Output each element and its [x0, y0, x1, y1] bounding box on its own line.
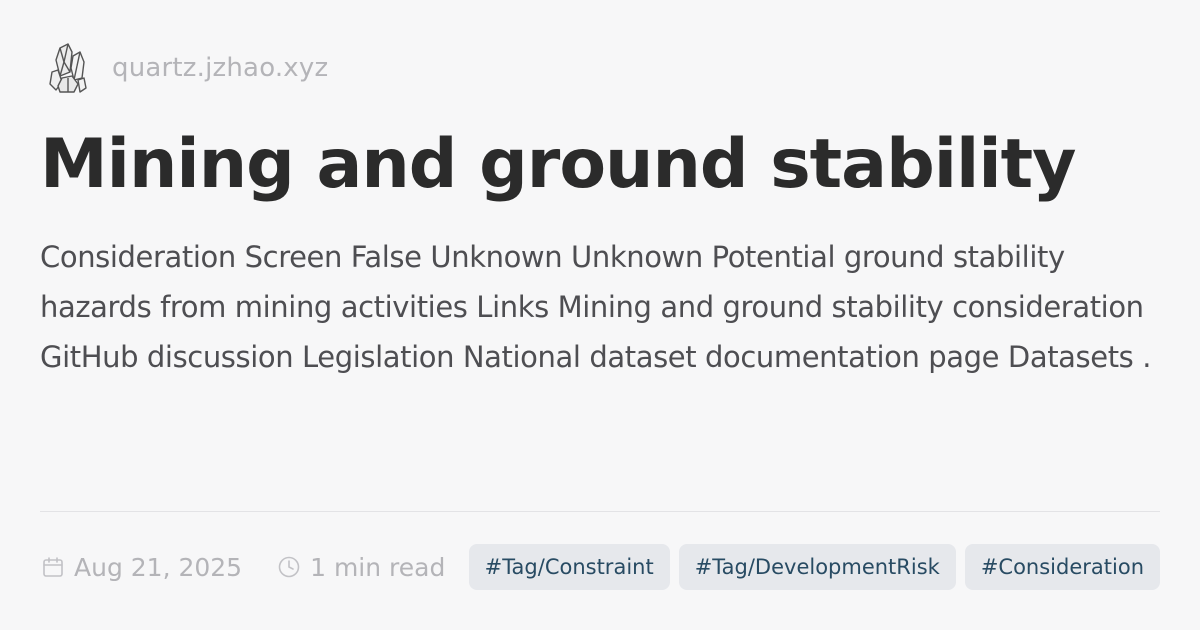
divider	[40, 511, 1160, 512]
page-description: Consideration Screen False Unknown Unkno…	[40, 240, 1152, 374]
tag-list: #Tag/Constraint #Tag/DevelopmentRisk #Co…	[460, 544, 1160, 590]
page-title: Mining and ground stability	[40, 125, 1077, 204]
site-header: quartz.jzhao.xyz	[40, 40, 328, 96]
site-name[interactable]: quartz.jzhao.xyz	[112, 53, 328, 83]
crystal-icon	[40, 40, 96, 96]
meta-row: Aug 21, 2025 1 min read	[40, 544, 479, 590]
publish-date: Aug 21, 2025	[74, 552, 243, 582]
tag-constraint[interactable]: #Tag/Constraint	[468, 544, 670, 590]
tag-development-risk[interactable]: #Tag/DevelopmentRisk	[678, 544, 956, 590]
read-time-meta: 1 min read	[276, 553, 445, 582]
tag-consideration[interactable]: #Consideration	[964, 544, 1160, 590]
date-meta: Aug 21, 2025	[40, 553, 242, 582]
read-time: 1 min read	[310, 552, 446, 582]
calendar-icon	[40, 554, 66, 580]
og-card: quartz.jzhao.xyz Mining and ground stabi…	[0, 0, 1200, 630]
clock-icon	[276, 554, 302, 580]
